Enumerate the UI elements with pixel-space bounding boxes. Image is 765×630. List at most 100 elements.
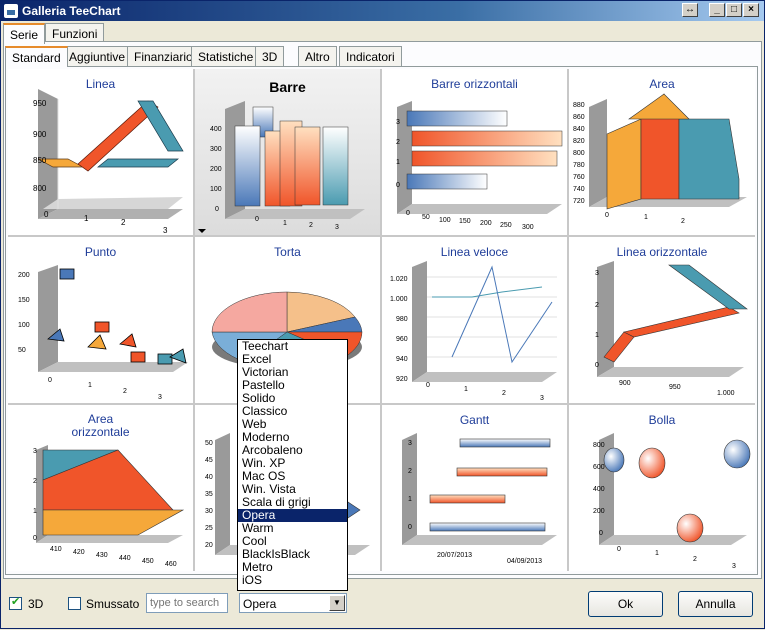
chevron-down-icon[interactable]: ▼ xyxy=(329,595,345,611)
bubble-chart-thumbnail: 800 600 400 200 0 0 1 2 3 xyxy=(593,433,751,570)
gallery-tabs: Standard Aggiuntive Finanziario Statisti… xyxy=(5,46,405,67)
gallery-cell-linea-veloce[interactable]: Linea veloce 1.020 1.000 980 960 940 920… xyxy=(382,237,567,403)
search-input[interactable] xyxy=(146,593,228,613)
tick-label: 1.000 xyxy=(717,390,735,397)
tick-label: 1.020 xyxy=(390,276,408,283)
hline-chart-thumbnail: 3 2 1 0 900 950 1.000 xyxy=(595,261,748,397)
tick-label: 2 xyxy=(121,218,126,227)
tick-label: 2 xyxy=(33,478,37,485)
gallery-cell-linea-orizzontale[interactable]: Linea orizzontale 3 2 1 0 900 950 1.000 xyxy=(569,237,755,403)
gallery-cell-linea[interactable]: Linea 950 900 850 800 0 1 2 3 xyxy=(8,69,193,235)
tick-label: 0 xyxy=(255,216,259,223)
restore-icon[interactable]: ↔ xyxy=(682,3,698,17)
tick-label: 1 xyxy=(88,382,92,389)
bar-chart-thumbnail: 400 300 200 100 0 0 1 2 3 xyxy=(198,101,365,233)
gallery-cell-area-orizzontale[interactable]: Area orizzontale 3 2 1 0 410 420 430 440… xyxy=(8,405,193,571)
tab-3d[interactable]: 3D xyxy=(255,46,285,66)
tick-label: 420 xyxy=(73,549,85,556)
close-button[interactable]: × xyxy=(743,3,759,17)
tick-label: 440 xyxy=(119,555,131,562)
line-chart-thumbnail: 950 900 850 800 0 1 2 3 xyxy=(33,89,184,235)
tick-label: 2 xyxy=(396,139,400,146)
tab-funzioni[interactable]: Funzioni xyxy=(45,23,105,43)
tick-label: 1 xyxy=(84,214,89,223)
tick-label: 3 xyxy=(335,224,339,231)
gallery-cell-area[interactable]: Area 880 860 840 820 800 780 760 740 720… xyxy=(569,69,755,235)
gallery-cell-gantt[interactable]: Gantt 3 2 1 0 20/07/2013 04/09/2013 xyxy=(382,405,567,571)
tab-indicatori[interactable]: Indicatori xyxy=(339,46,402,66)
tab-statistiche[interactable]: Statistiche xyxy=(191,46,261,66)
tick-label: 430 xyxy=(96,552,108,559)
theme-dropdown-list[interactable]: Teechart Excel Victorian Pastello Solido Clas… xyxy=(237,339,348,591)
gallery-cell-bolla[interactable]: Bolla 800 600 400 200 0 0 1 2 3 xyxy=(569,405,755,571)
tab-aggiuntive[interactable]: Aggiuntive xyxy=(62,46,133,66)
ok-button[interactable]: Ok xyxy=(588,591,663,617)
gallery-cell-barre-orizzontali[interactable]: Barre orizzontali 3 2 1 0 0 50 100 150 2… xyxy=(382,69,567,235)
fastline-chart-thumbnail: 1.020 1.000 980 960 940 920 0 1 2 3 xyxy=(390,261,557,402)
tick-label: 20 xyxy=(205,542,213,549)
tick-label: 0 xyxy=(406,210,410,217)
tick-label: 400 xyxy=(210,126,222,133)
tick-label: 2 xyxy=(123,388,127,395)
point-chart-thumbnail: 200 150 100 50 0 1 2 3 xyxy=(18,265,188,401)
gallery-cell-barre[interactable]: Barre 400 300 200 100 0 0 1 2 3 xyxy=(195,69,380,235)
tick-label: 20/07/2013 xyxy=(437,552,472,559)
tick-label: 35 xyxy=(205,491,213,498)
tick-label: 820 xyxy=(573,138,585,145)
tick-label: 1 xyxy=(464,386,468,393)
tick-label: 3 xyxy=(732,563,736,570)
tick-label: 740 xyxy=(573,186,585,193)
tick-label: 900 xyxy=(33,130,47,139)
tick-label: 30 xyxy=(205,508,213,515)
tab-altro[interactable]: Altro xyxy=(298,46,337,66)
tick-label: 720 xyxy=(573,198,585,205)
tick-label: 1 xyxy=(33,508,37,515)
tick-label: 200 xyxy=(480,220,492,227)
tick-label: 2 xyxy=(502,390,506,397)
tick-label: 0 xyxy=(605,212,609,219)
checkbox-smussato[interactable] xyxy=(68,597,81,610)
tab-finanziario[interactable]: Finanziario xyxy=(127,46,200,66)
tick-label: 960 xyxy=(396,336,408,343)
tick-label: 0 xyxy=(595,362,599,369)
tick-label: 0 xyxy=(426,382,430,389)
dropdown-marker-icon xyxy=(198,229,206,233)
tick-label: 1 xyxy=(283,220,287,227)
tab-serie[interactable]: Serie xyxy=(3,23,46,44)
tick-label: 920 xyxy=(396,376,408,383)
tick-label: 0 xyxy=(44,210,49,219)
tick-label: 0 xyxy=(215,206,219,213)
tick-label: 3 xyxy=(163,226,168,235)
tick-label: 50 xyxy=(18,347,26,354)
gantt-chart-thumbnail: 3 2 1 0 20/07/2013 04/09/2013 xyxy=(402,433,557,565)
tick-label: 300 xyxy=(522,224,534,231)
hbar-chart-thumbnail: 3 2 1 0 0 50 100 150 200 250 300 xyxy=(396,101,563,231)
tick-label: 2 xyxy=(595,302,599,309)
gallery-cell-punto[interactable]: Punto 200 150 100 50 0 1 2 3 xyxy=(8,237,193,403)
tick-label: 1 xyxy=(655,550,659,557)
tick-label: 980 xyxy=(396,316,408,323)
tick-label: 2 xyxy=(681,218,685,225)
tick-label: 1.000 xyxy=(390,296,408,303)
harea-chart-thumbnail: 3 2 1 0 410 420 430 440 450 460 xyxy=(33,445,185,568)
tick-label: 40 xyxy=(205,474,213,481)
checkbox-3d[interactable] xyxy=(9,595,22,610)
tick-label: 0 xyxy=(48,377,52,384)
tick-label: 300 xyxy=(210,146,222,153)
tick-label: 0 xyxy=(408,524,412,531)
tick-label: 1 xyxy=(644,214,648,221)
tab-standard[interactable]: Standard xyxy=(5,46,68,67)
tick-label: 100 xyxy=(210,186,222,193)
cancel-button[interactable]: Annulla xyxy=(678,591,753,617)
tick-label: 1 xyxy=(396,159,400,166)
theme-list-item[interactable]: iOS xyxy=(238,574,347,587)
minimize-button[interactable]: _ xyxy=(709,3,725,17)
main-tabs: Serie Funzioni xyxy=(3,23,203,44)
checkbox-3d-label: 3D xyxy=(28,597,44,611)
tick-label: 950 xyxy=(669,384,681,391)
tick-label: 460 xyxy=(165,561,177,568)
tick-label: 25 xyxy=(205,525,213,532)
maximize-button[interactable]: □ xyxy=(726,3,742,17)
theme-combobox[interactable]: Opera ▼ xyxy=(239,593,347,613)
tick-label: 150 xyxy=(18,297,30,304)
